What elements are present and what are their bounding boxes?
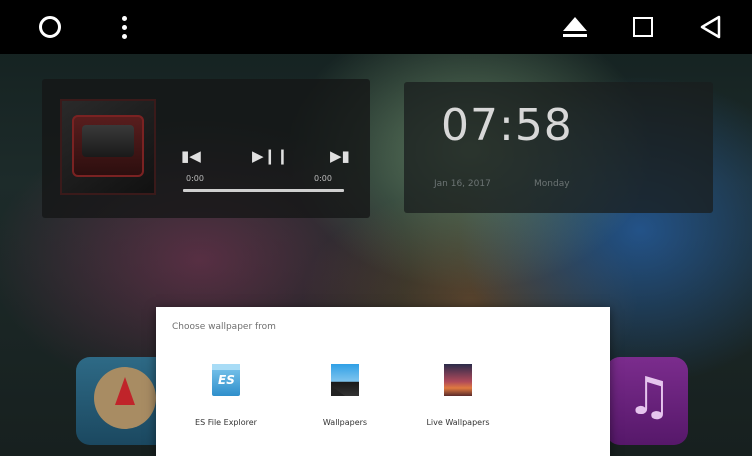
clock-day: Monday [534,179,570,189]
progress-bar[interactable] [183,189,344,192]
album-art[interactable] [60,99,156,195]
option-label: Live Wallpapers [426,418,490,427]
overflow-menu-icon[interactable] [116,0,132,54]
dialog-title: Choose wallpaper from [172,322,276,332]
recents-icon[interactable] [628,0,658,54]
option-label: Wallpapers [322,418,368,427]
previous-track-icon[interactable]: ▮◀ [181,147,201,165]
eject-icon[interactable] [560,0,590,54]
play-pause-icon[interactable]: ▶❙❙ [252,147,289,165]
total-time: 0:00 [314,174,332,183]
status-bar [0,0,752,54]
music-app-icon[interactable]: ♫ [606,357,688,445]
wallpapers-icon [331,364,359,396]
es-file-explorer-icon: ES [212,364,240,396]
back-icon[interactable] [696,0,726,54]
elapsed-time: 0:00 [186,174,204,183]
option-label: ES File Explorer [195,418,257,427]
wallpaper-chooser-dialog: Choose wallpaper from ES ES File Explore… [156,307,610,456]
option-wallpapers[interactable]: Wallpapers [293,354,397,434]
circle-icon[interactable] [34,0,66,54]
music-widget: ▮◀ ▶❙❙ ▶▮ 0:00 0:00 [42,79,370,218]
live-wallpapers-icon [444,364,472,396]
option-es-file-explorer[interactable]: ES ES File Explorer [174,354,278,434]
clock-time: 07:58 [441,100,573,151]
clock-date: Jan 16, 2017 [434,179,491,189]
next-track-icon[interactable]: ▶▮ [330,147,350,165]
option-live-wallpapers[interactable]: Live Wallpapers [406,354,510,434]
clock-widget[interactable]: 07:58 Jan 16, 2017 Monday [404,82,713,213]
